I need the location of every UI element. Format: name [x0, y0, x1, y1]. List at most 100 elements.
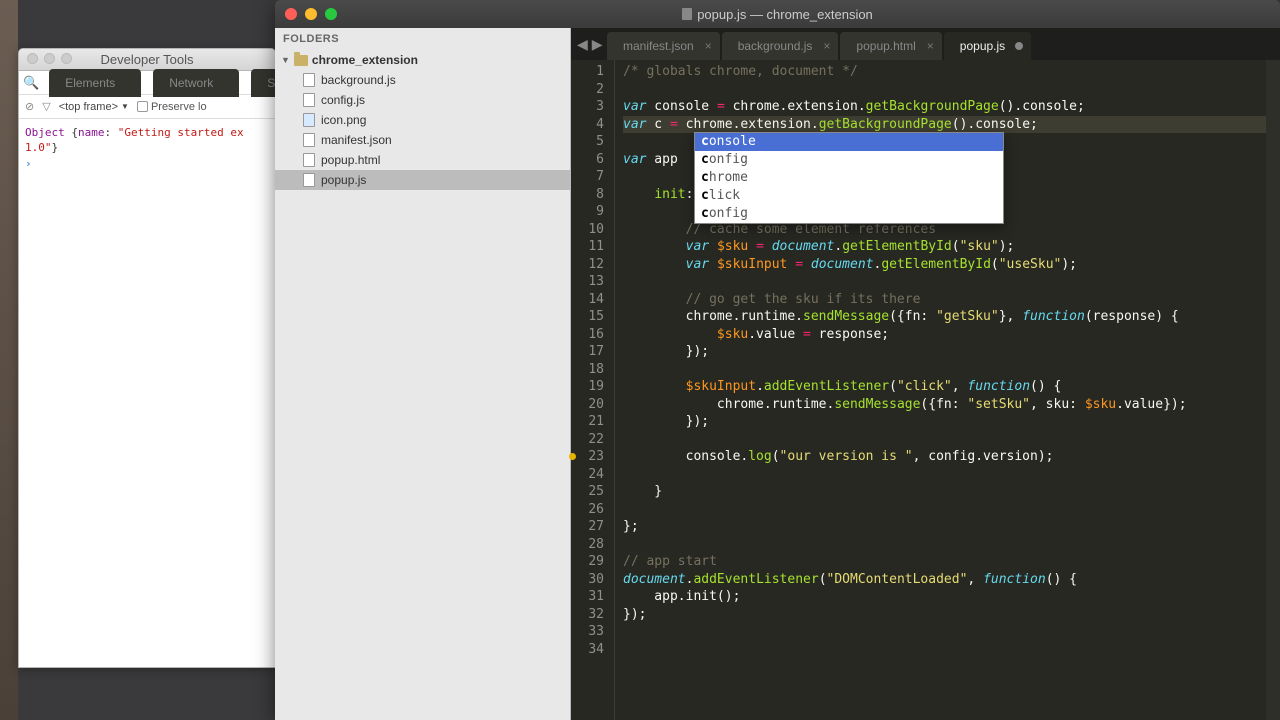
- sidebar-file-manifest-json[interactable]: manifest.json: [275, 130, 570, 150]
- code-token: console.: [623, 449, 748, 464]
- console-key: name: [78, 126, 105, 139]
- code-token: document: [623, 572, 686, 587]
- tab-nav-back-icon[interactable]: ◀: [577, 36, 588, 53]
- tab-manifest-json[interactable]: manifest.json ×: [607, 32, 720, 60]
- code-token: [709, 257, 717, 272]
- file-icon: [303, 93, 315, 107]
- tab-background-js[interactable]: background.js ×: [722, 32, 839, 60]
- code-token: var: [686, 257, 709, 272]
- code-token: }: [623, 484, 662, 499]
- autocomplete-item[interactable]: chrome: [695, 169, 1003, 187]
- code-token: [803, 257, 811, 272]
- console-prompt-line[interactable]: ›: [25, 156, 269, 171]
- tab-popup-js[interactable]: popup.js: [944, 32, 1031, 60]
- code-token: $sku: [717, 239, 748, 254]
- preserve-log-label: Preserve lo: [151, 101, 207, 113]
- sidebar-file-icon-png[interactable]: icon.png: [275, 110, 570, 130]
- devtools-titlebar[interactable]: Developer Tools: [19, 49, 275, 71]
- devtools-tab-elements[interactable]: Elements: [49, 69, 141, 97]
- code-token: (: [952, 239, 960, 254]
- code-token: =: [717, 99, 725, 114]
- code-token: app.init();: [623, 589, 740, 604]
- console-output[interactable]: Object {name: "Getting started ex 1.0"} …: [19, 119, 275, 177]
- file-label: manifest.json: [321, 133, 392, 147]
- sublime-titlebar[interactable]: popup.js — chrome_extension: [275, 0, 1280, 28]
- window-close-button[interactable]: [285, 8, 297, 20]
- code-area[interactable]: 1234567891011121314151617181920212223242…: [571, 60, 1280, 720]
- code-token: });: [623, 607, 646, 622]
- code-token: () {: [1030, 379, 1061, 394]
- sidebar-folder[interactable]: ▼ chrome_extension: [275, 50, 570, 70]
- filter-icon[interactable]: ▽: [42, 100, 50, 113]
- code-token: document: [811, 257, 874, 272]
- preserve-log-checkbox[interactable]: Preserve lo: [137, 101, 207, 113]
- sidebar-file-config-js[interactable]: config.js: [275, 90, 570, 110]
- autocomplete-item[interactable]: config: [695, 151, 1003, 169]
- disclosure-triangle-icon[interactable]: ▼: [281, 55, 290, 65]
- code-token: getBackgroundPage: [819, 117, 952, 132]
- autocomplete-item[interactable]: config: [695, 205, 1003, 223]
- window-title: popup.js — chrome_extension: [275, 7, 1280, 22]
- code-token: addEventListener: [764, 379, 889, 394]
- folder-label: chrome_extension: [312, 53, 418, 67]
- code-token: .value});: [1116, 397, 1186, 412]
- devtools-zoom-button[interactable]: [61, 53, 72, 64]
- code-token: [623, 379, 686, 394]
- code-token: getElementById: [842, 239, 952, 254]
- code-token: var: [623, 99, 646, 114]
- frame-selector[interactable]: <top frame> ▼: [59, 101, 129, 113]
- sublime-window: popup.js — chrome_extension FOLDERS ▼ ch…: [275, 0, 1280, 720]
- devtools-window: Developer Tools 🔍 Elements Network Sourc…: [18, 48, 276, 668]
- code-token: "DOMContentLoaded": [827, 572, 968, 587]
- code-content[interactable]: /* globals chrome, document */ var conso…: [615, 60, 1280, 720]
- devtools-tab-sources[interactable]: Sources: [251, 69, 276, 97]
- tab-dirty-indicator: [1015, 42, 1023, 50]
- tab-label: popup.html: [856, 39, 915, 53]
- autocomplete-item[interactable]: console: [695, 133, 1003, 151]
- code-token: (response) {: [1085, 309, 1179, 324]
- window-minimize-button[interactable]: [305, 8, 317, 20]
- tab-close-icon[interactable]: ×: [927, 39, 934, 53]
- code-token: addEventListener: [693, 572, 818, 587]
- editor-area: ◀ ▶ manifest.json × background.js × popu…: [571, 28, 1280, 720]
- code-token: "sku": [960, 239, 999, 254]
- code-token: (: [819, 572, 827, 587]
- clear-console-icon[interactable]: ⊘: [25, 100, 34, 113]
- autocomplete-item[interactable]: click: [695, 187, 1003, 205]
- code-token: getElementById: [881, 257, 991, 272]
- tab-close-icon[interactable]: ×: [823, 39, 830, 53]
- devtools-minimize-button[interactable]: [44, 53, 55, 64]
- code-token: =: [803, 327, 811, 342]
- code-token: sendMessage: [803, 309, 889, 324]
- minimap[interactable]: [1266, 60, 1280, 720]
- code-token: chrome.extension.: [725, 99, 866, 114]
- code-token: $skuInput: [686, 379, 756, 394]
- code-token: =: [670, 117, 678, 132]
- code-token: function: [1022, 309, 1085, 324]
- tab-close-icon[interactable]: ×: [705, 39, 712, 53]
- document-icon: [682, 8, 692, 20]
- code-token: [623, 257, 686, 272]
- tabbar: ◀ ▶ manifest.json × background.js × popu…: [571, 28, 1280, 60]
- tab-label: manifest.json: [623, 39, 694, 53]
- sidebar-file-popup-js[interactable]: popup.js: [275, 170, 570, 190]
- devtools-tab-network[interactable]: Network: [153, 69, 239, 97]
- code-token: );: [1061, 257, 1077, 272]
- code-token: "our version is ": [780, 449, 913, 464]
- code-token: // app start: [623, 554, 717, 569]
- file-label: config.js: [321, 93, 365, 107]
- code-token: };: [623, 519, 639, 534]
- window-zoom-button[interactable]: [325, 8, 337, 20]
- devtools-close-button[interactable]: [27, 53, 38, 64]
- window-title-text: popup.js — chrome_extension: [697, 7, 873, 22]
- autocomplete-popup[interactable]: console config chrome click config: [694, 132, 1004, 224]
- code-token: c: [646, 117, 669, 132]
- file-icon: [303, 153, 315, 167]
- sidebar-file-background-js[interactable]: background.js: [275, 70, 570, 90]
- tab-nav-forward-icon[interactable]: ▶: [592, 36, 603, 53]
- file-label: background.js: [321, 73, 396, 87]
- tab-popup-html[interactable]: popup.html ×: [840, 32, 941, 60]
- sidebar-file-popup-html[interactable]: popup.html: [275, 150, 570, 170]
- search-icon[interactable]: 🔍: [23, 75, 39, 91]
- code-token: [764, 239, 772, 254]
